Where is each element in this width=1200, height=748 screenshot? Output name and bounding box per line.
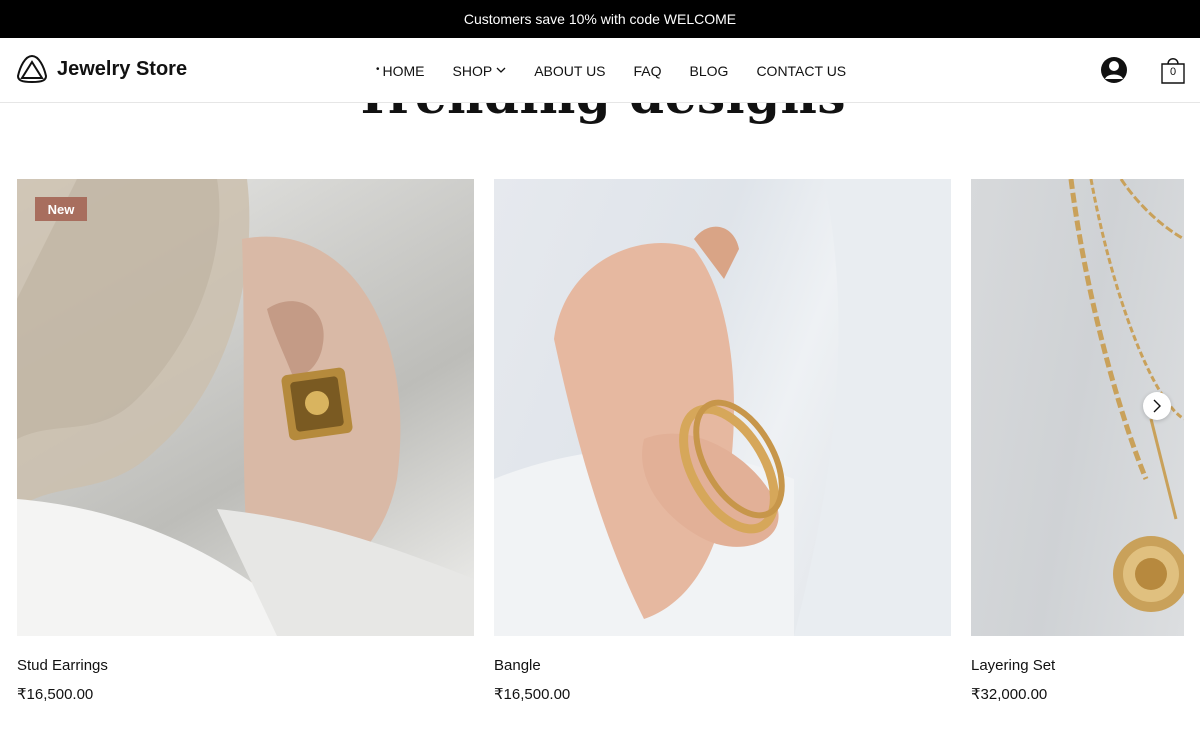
new-badge: New [35, 197, 87, 221]
logo-icon [16, 54, 48, 84]
product-price: ₹16,500.00 [17, 686, 94, 703]
nav-faq-label: FAQ [633, 62, 662, 79]
product-price: ₹16,500.00 [494, 686, 571, 703]
product-name[interactable]: Bangle [494, 657, 951, 674]
brand-name: Jewelry Store [57, 57, 188, 80]
product-image-stud-earrings[interactable]: New [17, 179, 474, 636]
nav-home[interactable]: • HOME [376, 63, 425, 79]
bangle-photo [494, 179, 951, 636]
nav-about[interactable]: ABOUT US [534, 63, 605, 79]
product-image-bangle[interactable] [494, 179, 951, 636]
announcement-bar: Customers save 10% with code WELCOME [0, 0, 1200, 38]
active-indicator: • [376, 64, 380, 75]
cart-count: 0 [1169, 66, 1177, 78]
nav-faq[interactable]: FAQ [634, 63, 662, 79]
carousel-next-button[interactable] [1143, 392, 1171, 420]
nav-contact-label: CONTACT US [756, 62, 847, 79]
cart-button[interactable]: 0 [1159, 55, 1187, 85]
nav-blog-label: BLOG [689, 62, 729, 79]
chevron-right-icon [1153, 399, 1161, 413]
account-icon [1101, 57, 1127, 83]
announcement-text: Customers save 10% with code WELCOME [463, 11, 737, 27]
nav-contact[interactable]: CONTACT US [756, 63, 846, 79]
chevron-down-icon [496, 67, 506, 73]
site-header: Jewelry Store • HOME SHOP ABOUT US FAQ B… [0, 38, 1200, 103]
product-card[interactable]: Layering Set ₹32,000.00 [971, 179, 1184, 703]
product-price: ₹32,000.00 [971, 686, 1048, 703]
nav-about-label: ABOUT US [534, 62, 606, 79]
brand-logo[interactable]: Jewelry Store [15, 52, 187, 86]
nav-shop[interactable]: SHOP [453, 63, 507, 79]
account-button[interactable] [1100, 55, 1128, 85]
product-name[interactable]: Layering Set [971, 657, 1184, 674]
nav-blog[interactable]: BLOG [690, 63, 729, 79]
nav-home-label: HOME [382, 62, 425, 79]
main-nav: • HOME SHOP ABOUT US FAQ BLOG CONTACT US [376, 38, 846, 103]
product-card[interactable]: Bangle ₹16,500.00 [494, 179, 951, 703]
nav-shop-label: SHOP [452, 62, 493, 79]
product-name[interactable]: Stud Earrings [17, 657, 474, 674]
product-card[interactable]: New Stud Earrings ₹16,500.00 [17, 179, 474, 703]
earring-photo [17, 179, 474, 636]
